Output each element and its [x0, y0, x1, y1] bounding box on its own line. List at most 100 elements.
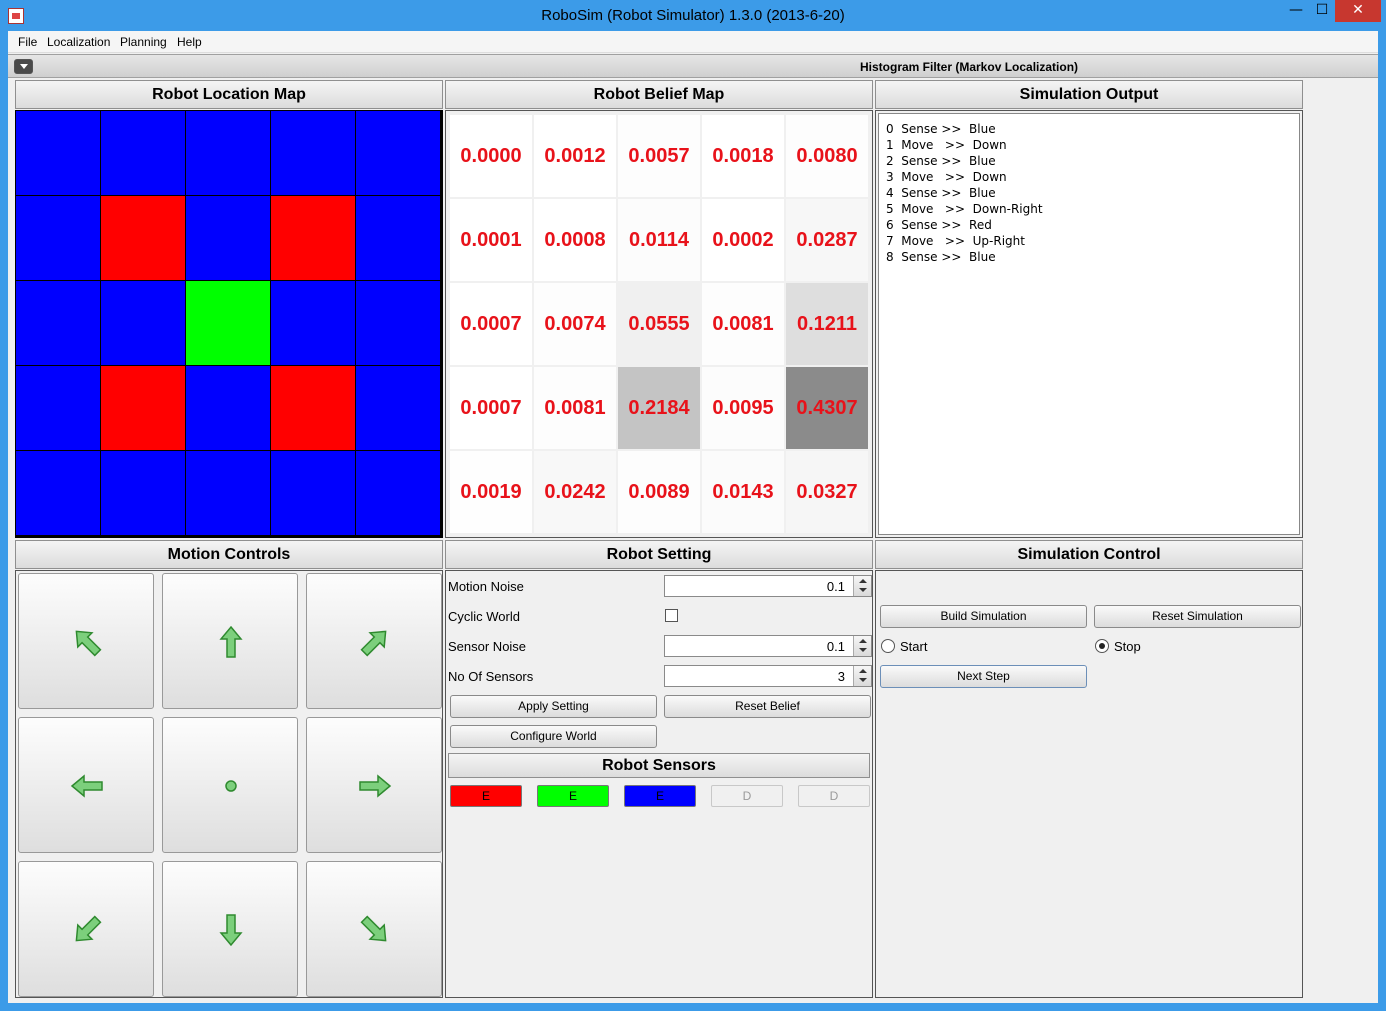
move-left-button[interactable] — [18, 717, 154, 853]
sensor-button-2[interactable]: E — [537, 785, 609, 807]
belief-cell: 0.0001 — [450, 199, 532, 281]
output-line: 1 Move >> Down — [886, 138, 1007, 152]
location-cell[interactable] — [16, 111, 100, 195]
location-cell[interactable] — [186, 196, 270, 280]
belief-cell: 0.2184 — [618, 367, 700, 449]
location-cell[interactable] — [271, 281, 355, 365]
move-up-right-button[interactable] — [306, 573, 442, 709]
build-simulation-button[interactable]: Build Simulation — [880, 605, 1087, 628]
location-cell[interactable] — [356, 196, 440, 280]
menu-planning[interactable]: Planning — [120, 35, 167, 49]
spinner-arrows-icon[interactable] — [853, 666, 871, 686]
sensor-noise-value: 0.1 — [826, 639, 845, 654]
location-cell[interactable] — [101, 366, 185, 450]
output-line: 2 Sense >> Blue — [886, 154, 996, 168]
apply-setting-button[interactable]: Apply Setting — [450, 695, 657, 718]
location-cell[interactable] — [271, 111, 355, 195]
simulation-output-textarea[interactable]: 0 Sense >> Blue 1 Move >> Down 2 Sense >> … — [878, 113, 1300, 535]
move-up-button[interactable] — [162, 573, 298, 709]
arrow-up-icon — [219, 625, 243, 658]
location-cell[interactable] — [101, 111, 185, 195]
sensor-noise-spinner[interactable]: 0.1 — [664, 635, 872, 657]
output-line: 3 Move >> Down — [886, 170, 1007, 184]
simulation-output-panel: 0 Sense >> Blue 1 Move >> Down 2 Sense >> … — [875, 110, 1303, 538]
sensor-button-4: D — [711, 785, 783, 807]
belief-cell: 0.0081 — [702, 283, 784, 365]
no-of-sensors-spinner[interactable]: 3 — [664, 665, 872, 687]
menu-localization[interactable]: Localization — [47, 35, 110, 49]
minimize-button[interactable]: — — [1283, 0, 1309, 22]
belief-cell: 0.0018 — [702, 115, 784, 197]
simulation-control-header: Simulation Control — [875, 540, 1303, 569]
sensor-button-5: D — [798, 785, 870, 807]
maximize-button[interactable]: ☐ — [1309, 0, 1335, 22]
location-cell[interactable] — [186, 366, 270, 450]
belief-cell: 0.0089 — [618, 451, 700, 533]
stop-label: Stop — [1114, 639, 1141, 654]
configure-world-button[interactable]: Configure World — [450, 725, 657, 748]
stop-radio[interactable] — [1095, 639, 1109, 653]
next-step-button[interactable]: Next Step — [880, 665, 1087, 688]
start-label: Start — [900, 639, 928, 654]
location-cell[interactable] — [356, 281, 440, 365]
algorithm-header: Histogram Filter (Markov Localization) — [8, 54, 1378, 78]
location-cell[interactable] — [271, 196, 355, 280]
belief-cell: 0.0081 — [534, 367, 616, 449]
menu-bar: File Localization Planning Help — [8, 31, 1378, 53]
title-bar: RoboSim (Robot Simulator) 1.3.0 (2013-6-… — [0, 0, 1386, 31]
cyclic-world-checkbox[interactable] — [665, 609, 678, 622]
sensor-noise-label: Sensor Noise — [448, 639, 527, 654]
belief-cell: 0.4307 — [786, 367, 868, 449]
stay-button[interactable] — [162, 717, 298, 853]
reset-simulation-button[interactable]: Reset Simulation — [1094, 605, 1301, 628]
sensor-button-3[interactable]: E — [624, 785, 696, 807]
output-line: 6 Sense >> Red — [886, 218, 992, 232]
location-cell[interactable] — [16, 451, 100, 535]
motion-noise-spinner[interactable]: 0.1 — [664, 575, 872, 597]
belief-cell: 0.0287 — [786, 199, 868, 281]
spinner-arrows-icon[interactable] — [853, 576, 871, 596]
location-cell[interactable] — [101, 451, 185, 535]
belief-cell: 0.0008 — [534, 199, 616, 281]
move-down-button[interactable] — [162, 861, 298, 997]
sensor-button-1[interactable]: E — [450, 785, 522, 807]
move-down-right-button[interactable] — [306, 861, 442, 997]
window-title: RoboSim (Robot Simulator) 1.3.0 (2013-6-… — [541, 7, 845, 24]
location-cell[interactable] — [101, 281, 185, 365]
move-down-left-button[interactable] — [18, 861, 154, 997]
location-cell[interactable] — [186, 451, 270, 535]
location-cell[interactable] — [186, 281, 270, 365]
output-line: 5 Move >> Down-Right — [886, 202, 1043, 216]
location-cell[interactable] — [101, 196, 185, 280]
menu-file[interactable]: File — [18, 35, 37, 49]
location-cell[interactable] — [16, 366, 100, 450]
reset-belief-button[interactable]: Reset Belief — [664, 695, 871, 718]
location-cell[interactable] — [356, 111, 440, 195]
location-cell[interactable] — [356, 366, 440, 450]
simulation-output-header: Simulation Output — [875, 80, 1303, 109]
belief-cell: 0.0095 — [702, 367, 784, 449]
dropdown-arrow-icon[interactable] — [14, 59, 33, 74]
robot-sensors-header: Robot Sensors — [448, 753, 870, 778]
belief-cell: 0.0012 — [534, 115, 616, 197]
move-up-left-button[interactable] — [18, 573, 154, 709]
arrow-right-icon — [359, 774, 392, 798]
robot-location-map[interactable] — [15, 110, 443, 538]
belief-cell: 0.1211 — [786, 283, 868, 365]
close-button[interactable]: ✕ — [1335, 0, 1381, 22]
location-cell[interactable] — [186, 111, 270, 195]
location-cell[interactable] — [16, 281, 100, 365]
robot-setting-panel: Motion Noise 0.1 Cyclic World Sensor Noi… — [445, 570, 873, 998]
location-cell[interactable] — [356, 451, 440, 535]
spinner-arrows-icon[interactable] — [853, 636, 871, 656]
start-radio[interactable] — [881, 639, 895, 653]
location-cell[interactable] — [271, 451, 355, 535]
no-of-sensors-label: No Of Sensors — [448, 669, 534, 684]
output-line: 7 Move >> Up-Right — [886, 234, 1025, 248]
location-cell[interactable] — [16, 196, 100, 280]
menu-help[interactable]: Help — [177, 35, 202, 49]
move-right-button[interactable] — [306, 717, 442, 853]
arrow-down-icon — [219, 914, 243, 947]
location-cell[interactable] — [271, 366, 355, 450]
motion-controls-header: Motion Controls — [15, 540, 443, 569]
